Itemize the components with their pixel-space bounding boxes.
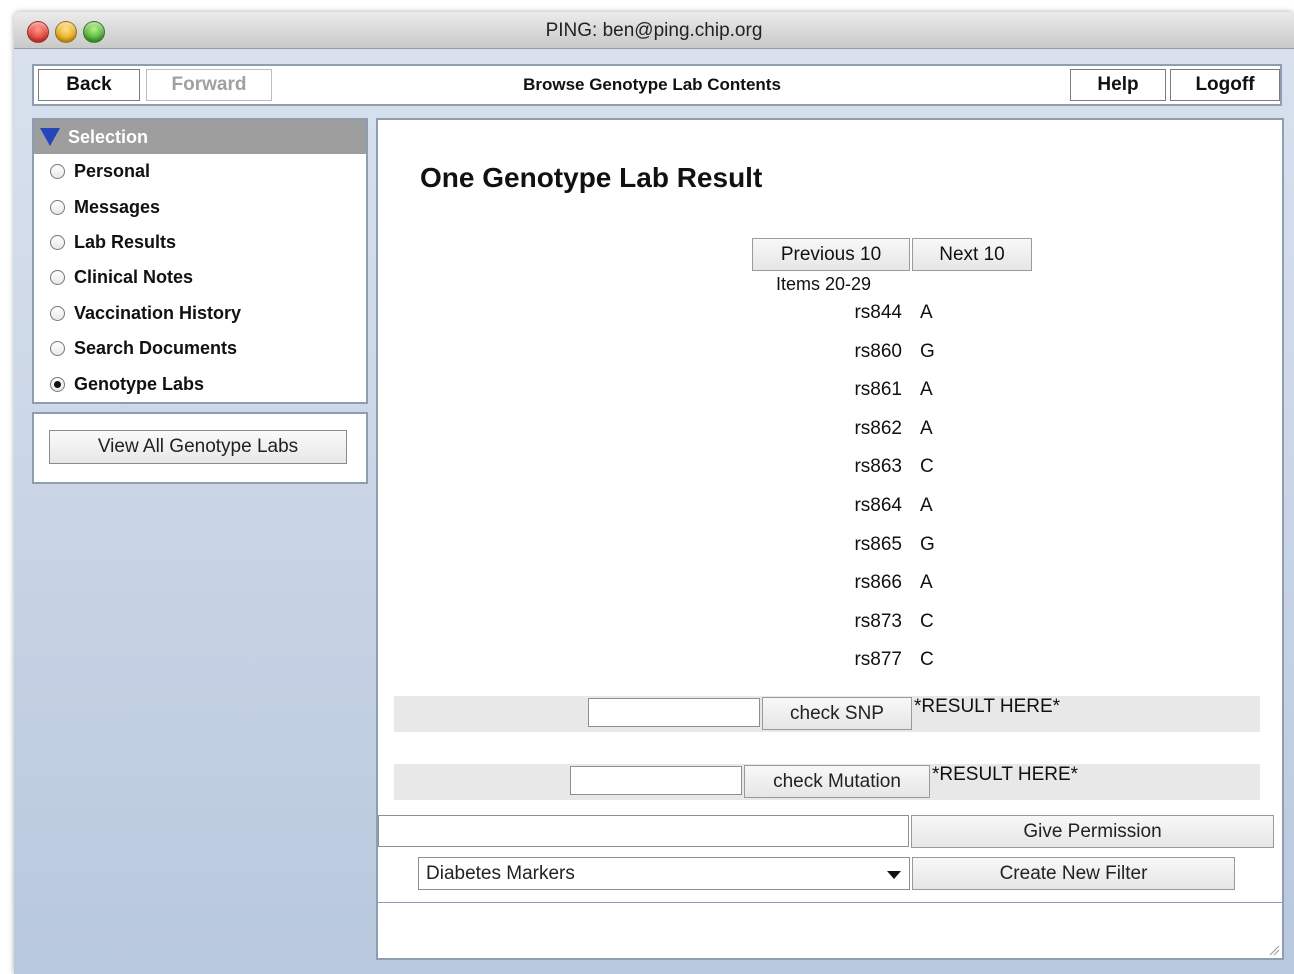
selection-item-label: Clinical Notes	[74, 267, 194, 288]
snp-id: rs877	[854, 649, 902, 671]
radio-button[interactable]	[50, 376, 65, 392]
snp-id: rs873	[854, 610, 902, 632]
selection-item-label: Vaccination History	[74, 302, 242, 323]
snp-input[interactable]	[588, 698, 760, 727]
snp-row: rs863 C	[838, 456, 1038, 494]
status-panel	[376, 902, 1284, 960]
snp-row: rs862 A	[838, 418, 1038, 456]
snp-id: rs866	[854, 572, 902, 594]
selection-item-label: Messages	[74, 196, 161, 217]
view-all-panel: View All Genotype Labs	[32, 412, 368, 484]
create-new-filter-button[interactable]: Create New Filter	[912, 857, 1235, 890]
snp-allele: C	[920, 610, 934, 632]
back-button[interactable]: Back	[38, 69, 140, 101]
permission-input[interactable]	[378, 815, 909, 847]
selection-item-label: Genotype Labs	[74, 373, 205, 394]
radio-button[interactable]	[50, 199, 65, 215]
view-all-genotype-labs-button[interactable]: View All Genotype Labs	[49, 430, 347, 464]
snp-row: rs866 A	[838, 572, 1038, 610]
snp-id: rs860	[854, 340, 902, 362]
selection-list: Personal Messages Lab Results Clinical Note…	[34, 154, 366, 402]
snp-id: rs861	[854, 379, 902, 401]
window-title: PING: ben@ping.chip.org	[545, 20, 763, 41]
help-button[interactable]: Help	[1070, 69, 1166, 101]
toolbar: Back Forward Browse Genotype Lab Content…	[32, 64, 1282, 106]
selection-item[interactable]: Personal	[34, 154, 366, 189]
check-mutation-button[interactable]: check Mutation	[744, 765, 930, 798]
filter-select[interactable]: Diabetes Markers	[418, 857, 910, 890]
selection-item-label: Personal	[74, 161, 151, 182]
snp-allele: A	[920, 302, 933, 323]
snp-id: rs863	[854, 456, 902, 478]
title-bar: PING: ben@ping.chip.org	[14, 12, 1294, 49]
check-snp-button[interactable]: check SNP	[762, 697, 912, 730]
items-range-label: Items 20-29	[776, 274, 872, 294]
previous-10-button[interactable]: Previous 10	[752, 238, 910, 271]
radio-button[interactable]	[50, 164, 65, 180]
selection-item[interactable]: Messages	[34, 189, 366, 224]
snp-row: rs873 C	[838, 611, 1038, 649]
selection-header[interactable]: Selection	[34, 120, 366, 154]
snp-allele: A	[920, 417, 933, 439]
selection-item[interactable]: Search Documents	[34, 331, 366, 366]
logoff-button[interactable]: Logoff	[1170, 69, 1280, 101]
page-title: Browse Genotype Lab Contents	[523, 75, 781, 94]
disclosure-triangle-icon[interactable]	[40, 128, 60, 146]
radio-button[interactable]	[50, 341, 65, 357]
snp-row: rs877 C	[838, 649, 1038, 687]
selection-panel: Selection Personal Messages Lab Results Cli…	[32, 118, 368, 404]
radio-button[interactable]	[50, 270, 65, 286]
selection-header-label: Selection	[68, 126, 149, 147]
snp-result-text: *RESULT HERE*	[914, 696, 1061, 717]
filter-select-value: Diabetes Markers	[426, 862, 575, 884]
snp-id: rs865	[854, 533, 902, 555]
snp-row: rs844 A	[838, 302, 1038, 340]
give-permission-button[interactable]: Give Permission	[911, 815, 1274, 848]
forward-button[interactable]: Forward	[146, 69, 272, 101]
radio-button[interactable]	[50, 234, 65, 250]
radio-button[interactable]	[50, 305, 65, 321]
dropdown-arrow-icon	[887, 871, 901, 879]
selection-item[interactable]: Genotype Labs	[34, 366, 366, 401]
result-title: One Genotype Lab Result	[420, 162, 763, 193]
snp-allele: A	[920, 495, 933, 516]
snp-id: rs864	[854, 495, 902, 516]
main-content: One Genotype Lab Result Previous 10 Next…	[376, 118, 1284, 905]
snp-row: rs864 A	[838, 495, 1038, 533]
selection-item-label: Search Documents	[74, 338, 238, 359]
selection-item[interactable]: Vaccination History	[34, 296, 366, 331]
snp-row: rs865 G	[838, 534, 1038, 572]
mutation-input[interactable]	[570, 766, 742, 795]
selection-item-label: Lab Results	[74, 231, 177, 252]
snp-allele: A	[920, 379, 933, 401]
snp-allele: G	[920, 340, 935, 362]
snp-row: rs861 A	[838, 379, 1038, 417]
snp-allele: G	[920, 533, 935, 555]
snp-row: rs860 G	[838, 341, 1038, 379]
snp-id: rs862	[854, 417, 902, 439]
mutation-result-text: *RESULT HERE*	[932, 764, 1079, 785]
app-window: PING: ben@ping.chip.org Back Forward Bro…	[14, 12, 1294, 974]
resize-grip-icon[interactable]	[1266, 942, 1280, 956]
selection-item[interactable]: Lab Results	[34, 225, 366, 260]
selection-item[interactable]: Clinical Notes	[34, 260, 366, 295]
snp-id: rs844	[854, 302, 902, 323]
next-10-button[interactable]: Next 10	[912, 238, 1032, 271]
snp-allele: C	[920, 649, 934, 671]
snp-allele: C	[920, 456, 934, 478]
snp-allele: A	[920, 572, 933, 594]
